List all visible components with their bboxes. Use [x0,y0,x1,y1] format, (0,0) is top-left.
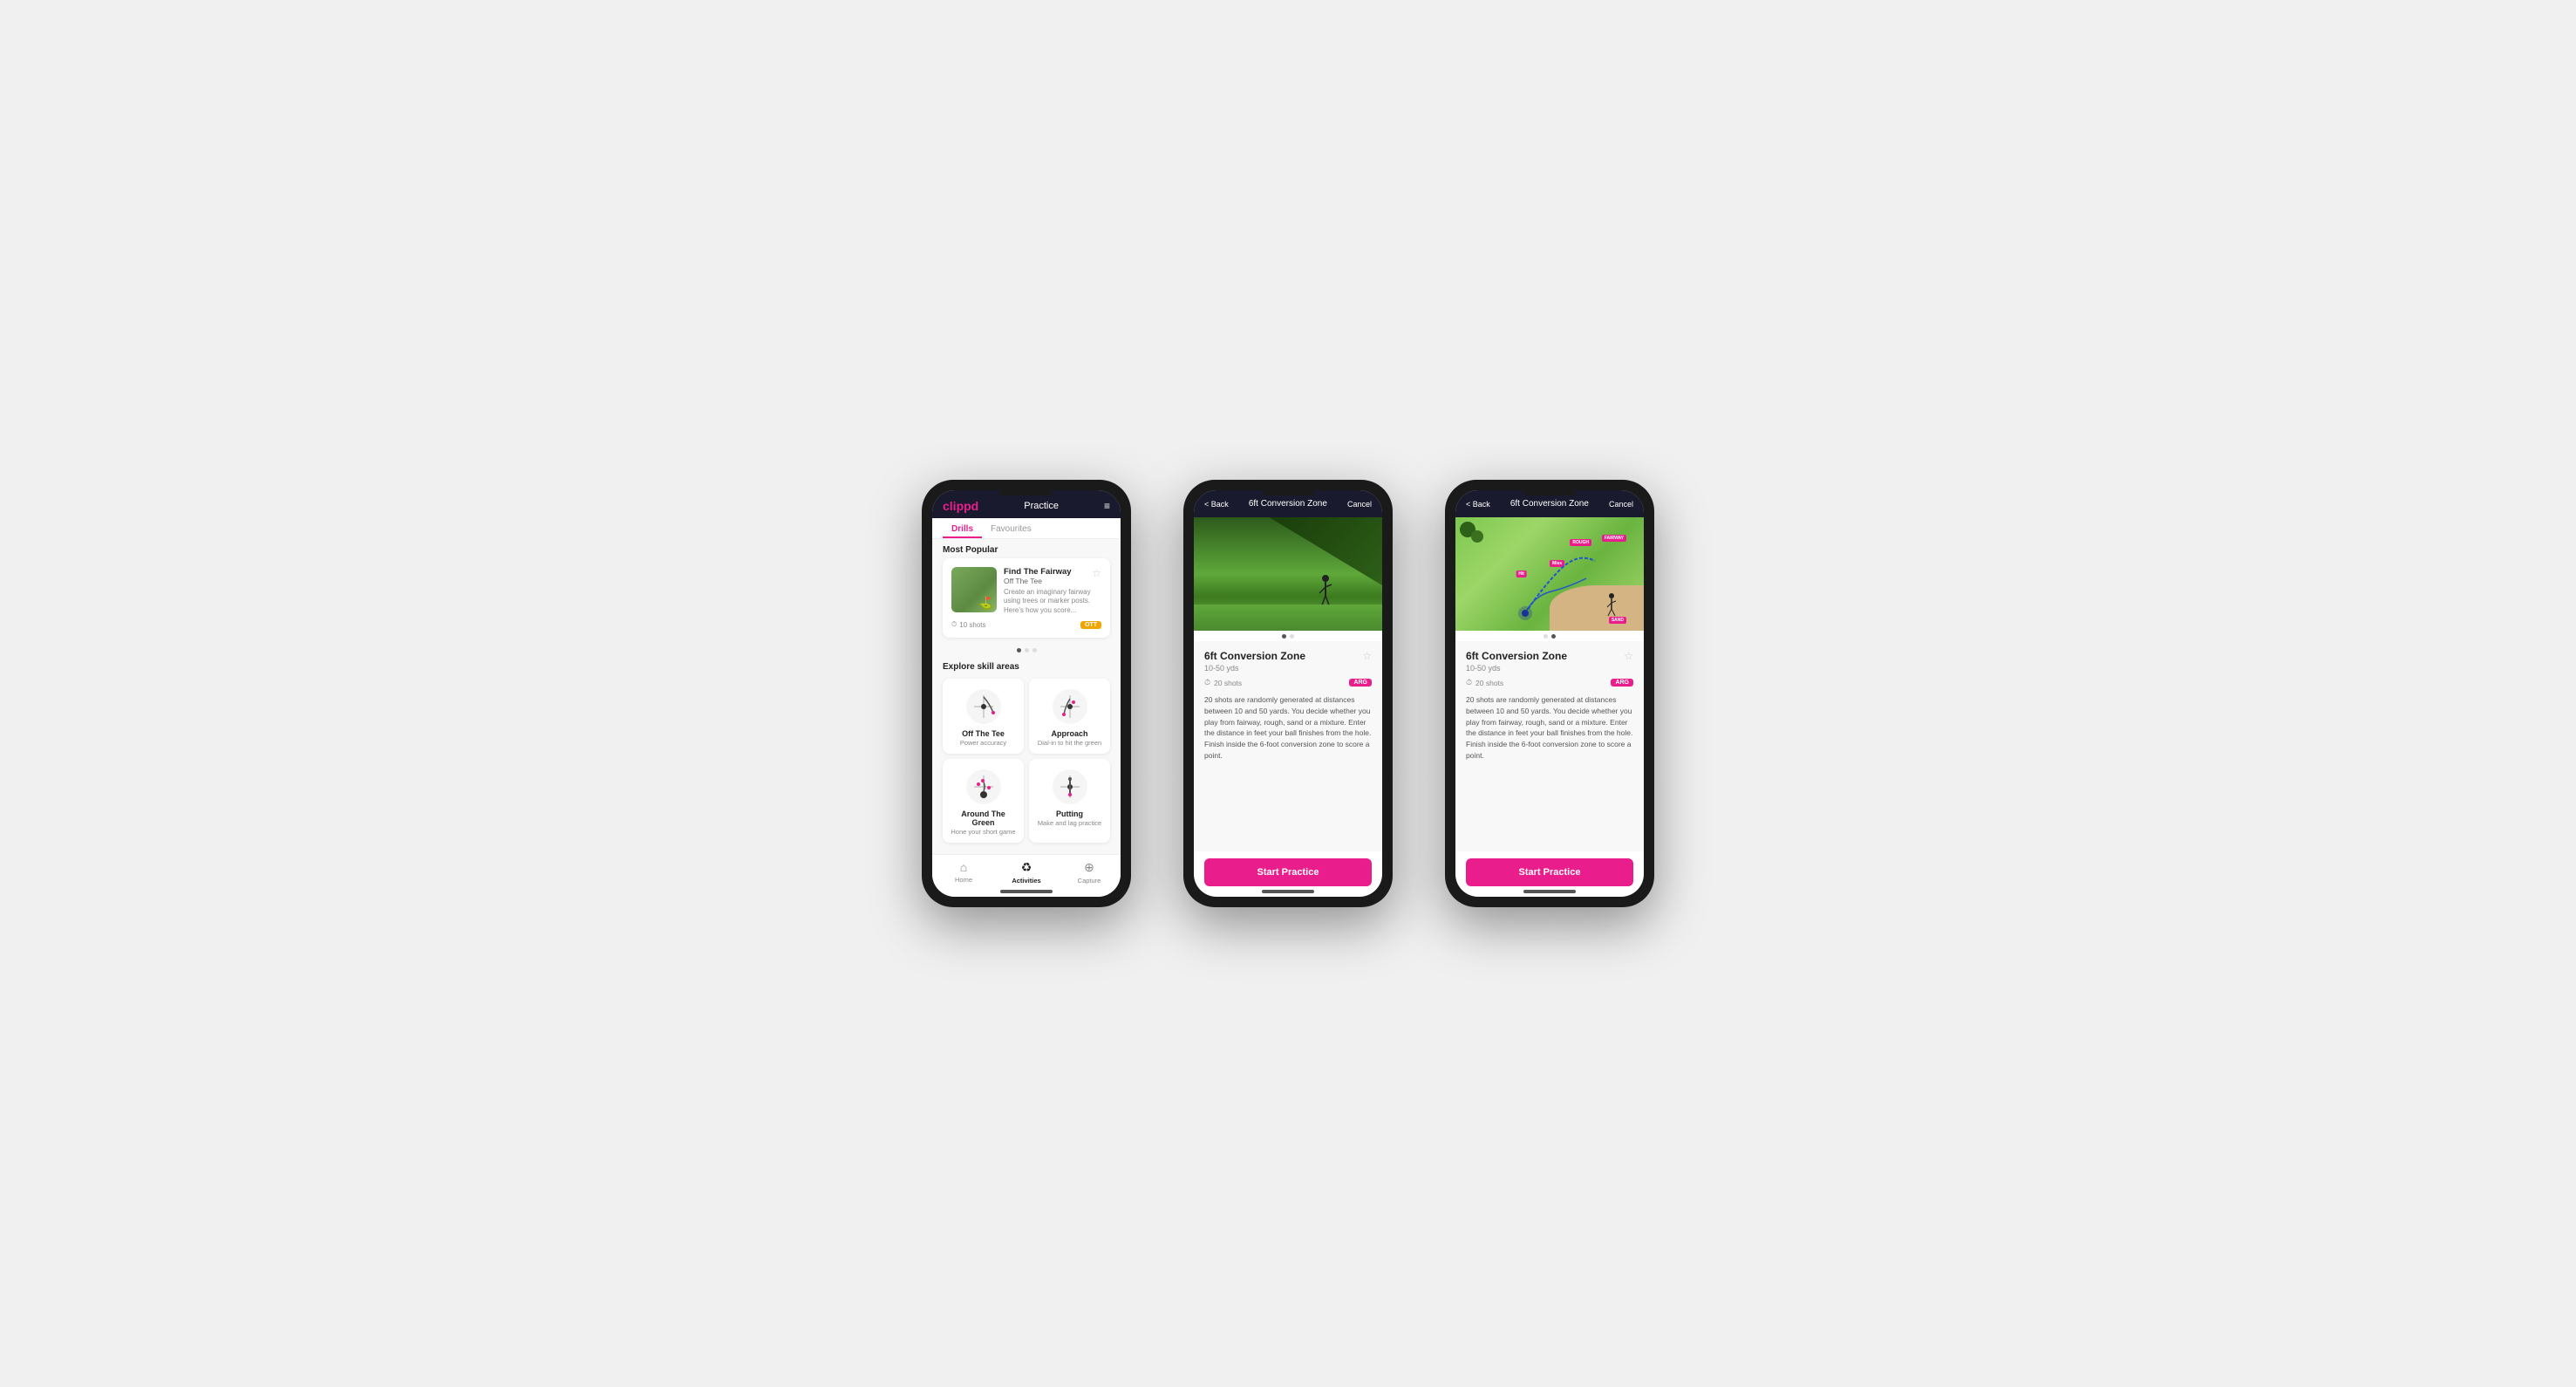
phone-2: < Back 6ft Conversion Zone Cancel [1183,480,1393,907]
dot-1[interactable] [1017,648,1021,653]
tabs-bar: Drills Favourites [932,518,1121,539]
golf-thumb-image [951,567,997,612]
phone1-content: Most Popular Find The Fairway Off The Te… [932,539,1121,854]
phone3-header: < Back 6ft Conversion Zone Cancel [1455,490,1644,517]
shots-row-phone3: ⏱ 20 shots ARG [1466,678,1633,687]
bottom-nav: ⌂ Home ♻ Activities ⊕ Capture [932,854,1121,897]
ground [1194,605,1382,631]
shots-count: 20 shots [1214,679,1242,687]
detail-body-phone3: 6ft Conversion Zone 10-50 yds ☆ ⏱ 20 sho… [1455,641,1644,851]
skill-approach[interactable]: Approach Dial-in to hit the green [1029,679,1110,754]
app-logo: clippd [943,499,978,513]
skill-desc-atg: Hone your short game [950,828,1017,836]
phone-1: clippd Practice ≡ Drills Favourites Most… [922,480,1131,907]
clock-icon: ⏱ [951,620,957,629]
phone-2-screen: < Back 6ft Conversion Zone Cancel [1194,490,1382,897]
skill-name-ott: Off The Tee [950,729,1017,738]
clock-icon-phone3: ⏱ [1466,678,1472,687]
most-popular-label: Most Popular [932,539,1121,558]
back-button[interactable]: < Back [1204,500,1229,509]
dot-1[interactable] [1282,634,1286,639]
skill-desc-putting: Make and lag practice [1036,819,1103,827]
off-the-tee-icon [950,687,1017,726]
capture-icon: ⊕ [1084,860,1094,875]
skill-desc-approach: Dial-in to hit the green [1036,739,1103,747]
dot-1[interactable] [1544,634,1548,639]
drill-name: 6ft Conversion Zone [1204,650,1305,662]
phone-3-screen: < Back 6ft Conversion Zone Cancel FAIRWA… [1455,490,1644,897]
drill-info: Find The Fairway Off The Tee ☆ Create an… [1004,567,1101,615]
drill-thumbnail [951,567,997,612]
skill-putting[interactable]: Putting Make and lag practice [1029,759,1110,843]
shots-count-phone3: 20 shots [1475,679,1503,687]
nav-home[interactable]: ⌂ Home [932,860,995,885]
tag-ott: OTT [1080,621,1101,629]
shots-row: ⏱ 20 shots ARG [1204,678,1372,687]
nav-activities[interactable]: ♻ Activities [995,860,1058,885]
back-button-phone3[interactable]: < Back [1466,500,1490,509]
drill-card-featured[interactable]: Find The Fairway Off The Tee ☆ Create an… [943,558,1110,638]
phone-1-screen: clippd Practice ≡ Drills Favourites Most… [932,490,1121,897]
drill-title: Find The Fairway [1004,567,1072,577]
skill-name-atg: Around The Green [950,810,1017,827]
carousel-dots [932,645,1121,656]
drill-full-description-phone3: 20 shots are randomly generated at dista… [1466,694,1633,762]
skill-off-the-tee[interactable]: Off The Tee Power accuracy [943,679,1024,754]
phone1-header: clippd Practice ≡ [932,490,1121,518]
dot-2[interactable] [1025,648,1029,653]
favourite-icon-detail[interactable]: ☆ [1362,650,1372,662]
drill-yardage: 10-50 yds [1204,664,1305,673]
clock-icon-detail: ⏱ [1204,678,1210,687]
map-golfer [1605,593,1618,618]
putting-icon [1036,768,1103,806]
approach-icon [1036,687,1103,726]
home-label: Home [955,876,972,884]
drill-subtitle: Off The Tee [1004,577,1072,585]
activities-label: Activities [1012,877,1040,885]
favourite-icon[interactable]: ☆ [1092,567,1101,579]
cancel-button-phone3[interactable]: Cancel [1609,500,1633,509]
image-dots-phone2 [1194,631,1382,641]
dot-3[interactable] [1032,648,1037,653]
activities-icon: ♻ [1021,860,1032,875]
header-title: Practice [1024,501,1059,511]
detail-title: 6ft Conversion Zone [1249,499,1327,509]
drill-full-description: 20 shots are randomly generated at dista… [1204,694,1372,762]
start-practice-button-phone3[interactable]: Start Practice [1466,858,1633,886]
skill-around-green[interactable]: Around The Green Hone your short game [943,759,1024,843]
phones-container: clippd Practice ≡ Drills Favourites Most… [922,480,1654,907]
start-practice-button[interactable]: Start Practice [1204,858,1372,886]
tag-arg-phone3: ARG [1611,679,1633,687]
home-icon: ⌂ [960,860,967,874]
skill-desc-ott: Power accuracy [950,739,1017,747]
cancel-button[interactable]: Cancel [1347,500,1372,509]
skill-name-approach: Approach [1036,729,1103,738]
dot-2[interactable] [1551,634,1556,639]
explore-label: Explore skill areas [932,656,1121,675]
phone-3: < Back 6ft Conversion Zone Cancel FAIRWA… [1445,480,1654,907]
around-green-icon [950,768,1017,806]
golf-photo [1194,517,1382,631]
drill-footer: ⏱ 10 shots OTT [951,620,1101,629]
skill-name-putting: Putting [1036,810,1103,818]
tab-drills[interactable]: Drills [943,518,982,538]
golfer-figure [1317,574,1334,609]
nav-capture[interactable]: ⊕ Capture [1058,860,1121,885]
detail-body-phone2: 6ft Conversion Zone 10-50 yds ☆ ⏱ 20 sho… [1194,641,1382,851]
tag-arg: ARG [1349,679,1372,687]
image-dots-phone3 [1455,631,1644,641]
dot-2[interactable] [1290,634,1294,639]
golf-map: FAIRWAY ROUGH Hit Miss SAND [1455,517,1644,631]
drill-description: Create an imaginary fairway using trees … [1004,588,1101,615]
capture-label: Capture [1078,877,1101,885]
skill-areas-grid: Off The Tee Power accuracy [932,675,1121,853]
phone2-header: < Back 6ft Conversion Zone Cancel [1194,490,1382,517]
detail-title-phone3: 6ft Conversion Zone [1510,499,1589,509]
tab-favourites[interactable]: Favourites [982,518,1040,538]
favourite-icon-phone3[interactable]: ☆ [1624,650,1633,662]
drill-name-phone3: 6ft Conversion Zone [1466,650,1567,662]
shots-label: 10 shots [959,621,985,629]
drill-yardage-phone3: 10-50 yds [1466,664,1567,673]
menu-icon[interactable]: ≡ [1104,500,1110,512]
